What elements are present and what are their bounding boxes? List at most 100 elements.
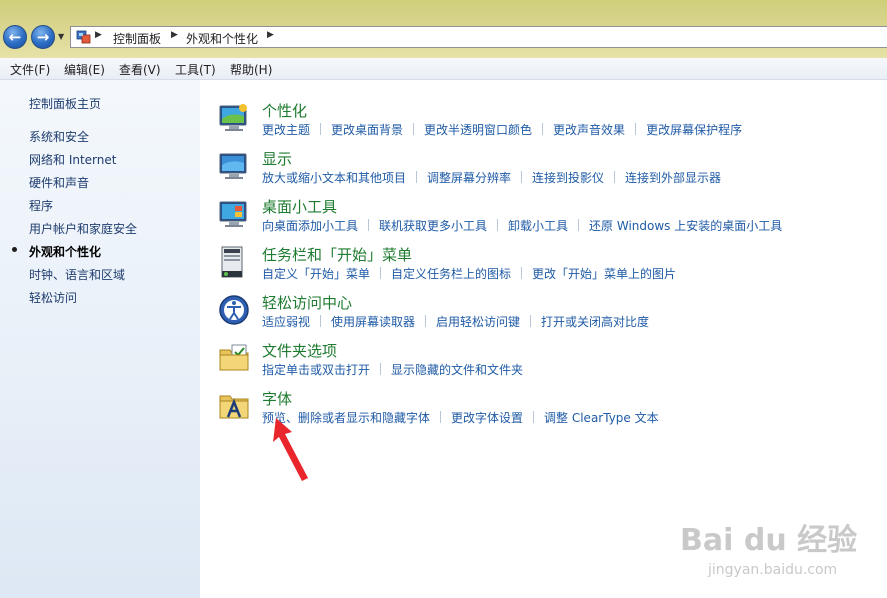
link-font-settings[interactable]: 更改字体设置 <box>451 411 523 425</box>
link-screen-saver[interactable]: 更改屏幕保护程序 <box>646 123 742 137</box>
category-gadgets: 桌面小工具 向桌面添加小工具 联机获取更多小工具 卸载小工具 还原 Windows 上… <box>218 196 878 242</box>
category-title[interactable]: 字体 <box>262 388 292 409</box>
sidebar-item-programs[interactable]: 程序 <box>29 197 53 214</box>
link-separator <box>635 123 637 135</box>
link-separator <box>380 363 382 375</box>
sidebar-item-network[interactable]: 网络和 Internet <box>29 151 116 168</box>
link-separator <box>416 171 418 183</box>
link-change-theme[interactable]: 更改主题 <box>262 123 310 137</box>
link-separator <box>497 219 499 231</box>
link-cleartype[interactable]: 调整 ClearType 文本 <box>544 411 659 425</box>
category-links: 放大或缩小文本和其他项目 调整屏幕分辨率 连接到投影仪 连接到外部显示器 <box>262 169 721 186</box>
link-high-contrast[interactable]: 打开或关闭高对比度 <box>541 315 649 329</box>
link-low-vision[interactable]: 适应弱视 <box>262 315 310 329</box>
watermark-url: jingyan.baidu.com <box>707 562 837 578</box>
link-single-double-click[interactable]: 指定单击或双击打开 <box>262 363 370 377</box>
address-bar[interactable]: ▶ 控制面板 ▶ 外观和个性化 ▶ <box>70 26 887 48</box>
link-separator <box>530 315 532 327</box>
sidebar-item-system-security[interactable]: 系统和安全 <box>29 128 89 145</box>
link-text-size[interactable]: 放大或缩小文本和其他项目 <box>262 171 406 185</box>
personalization-icon <box>219 104 247 131</box>
annotation-arrow-icon <box>273 418 308 481</box>
baidu-watermark-logo: Bai du 经验 jingyan.baidu.com <box>680 523 857 578</box>
sidebar-item-ease-of-access[interactable]: 轻松访问 <box>29 289 77 306</box>
active-bullet-icon <box>12 247 17 252</box>
sidebar: 控制面板主页 系统和安全 网络和 Internet 硬件和声音 程序 用户帐户和… <box>0 80 200 598</box>
category-links: 更改主题 更改桌面背景 更改半透明窗口颜色 更改声音效果 更改屏幕保护程序 <box>262 121 742 138</box>
menu-help[interactable]: 帮助(H) <box>230 61 272 78</box>
link-separator <box>368 219 370 231</box>
link-window-color[interactable]: 更改半透明窗口颜色 <box>424 123 532 137</box>
link-add-gadgets[interactable]: 向桌面添加小工具 <box>262 219 358 233</box>
sidebar-item-appearance: 外观和个性化 <box>29 245 102 259</box>
link-separator <box>533 411 535 423</box>
ease-of-access-icon <box>219 295 249 325</box>
display-icon <box>219 153 247 179</box>
category-ease-of-access: 轻松访问中心 适应弱视 使用屏幕读取器 启用轻松访问键 打开或关闭高对比度 <box>218 292 878 338</box>
link-show-hidden-files[interactable]: 显示隐藏的文件和文件夹 <box>391 363 523 377</box>
link-accessibility-keys[interactable]: 启用轻松访问键 <box>436 315 520 329</box>
category-taskbar: 任务栏和「开始」菜单 自定义「开始」菜单 自定义任务栏上的图标 更改「开始」菜单上的… <box>218 244 878 290</box>
sidebar-item-hardware-sound[interactable]: 硬件和声音 <box>29 174 89 191</box>
category-display: 显示 放大或缩小文本和其他项目 调整屏幕分辨率 连接到投影仪 连接到外部显示器 <box>218 148 878 194</box>
link-separator <box>521 171 523 183</box>
forward-button[interactable]: → <box>31 25 55 49</box>
title-bar: ← → ▼ ▶ 控制面板 ▶ 外观和个性化 ▶ <box>0 0 887 58</box>
sidebar-item-clock-region[interactable]: 时钟、语言和区域 <box>29 266 125 283</box>
menu-view[interactable]: 查看(V) <box>119 61 161 78</box>
category-links: 指定单击或双击打开 显示隐藏的文件和文件夹 <box>262 361 523 378</box>
sidebar-home-link[interactable]: 控制面板主页 <box>29 95 101 112</box>
category-title[interactable]: 桌面小工具 <box>262 196 337 217</box>
menu-file[interactable]: 文件(F) <box>10 61 50 78</box>
link-separator <box>380 267 382 279</box>
link-separator <box>425 315 427 327</box>
link-separator <box>542 123 544 135</box>
fonts-icon <box>219 395 249 419</box>
arrow-left-icon: ← <box>8 28 22 46</box>
sidebar-item-user-accounts[interactable]: 用户帐户和家庭安全 <box>29 220 137 237</box>
link-taskbar-icons[interactable]: 自定义任务栏上的图标 <box>391 267 511 281</box>
link-external-display[interactable]: 连接到外部显示器 <box>625 171 721 185</box>
link-resolution[interactable]: 调整屏幕分辨率 <box>427 171 511 185</box>
link-separator <box>413 123 415 135</box>
link-separator <box>320 123 322 135</box>
link-separator <box>614 171 616 183</box>
link-separator <box>320 315 322 327</box>
menu-bar: 文件(F) 编辑(E) 查看(V) 工具(T) 帮助(H) <box>0 58 887 80</box>
watermark-brand: Bai du 经验 <box>680 523 857 558</box>
chevron-right-icon[interactable]: ▶ <box>171 30 178 40</box>
category-folder-options: 文件夹选项 指定单击或双击打开 显示隐藏的文件和文件夹 <box>218 340 878 386</box>
folder-options-icon <box>219 344 249 371</box>
category-links: 自定义「开始」菜单 自定义任务栏上的图标 更改「开始」菜单上的图片 <box>262 265 676 282</box>
category-title[interactable]: 轻松访问中心 <box>262 292 352 313</box>
link-separator <box>521 267 523 279</box>
link-uninstall-gadget[interactable]: 卸载小工具 <box>508 219 568 233</box>
link-separator <box>440 411 442 423</box>
control-panel-icon <box>76 30 91 44</box>
breadcrumb-appearance[interactable]: 外观和个性化 <box>186 30 258 47</box>
link-customize-start[interactable]: 自定义「开始」菜单 <box>262 267 370 281</box>
link-screen-reader[interactable]: 使用屏幕读取器 <box>331 315 415 329</box>
breadcrumb-control-panel[interactable]: 控制面板 <box>113 30 161 47</box>
chevron-right-icon[interactable]: ▶ <box>267 30 274 40</box>
link-change-background[interactable]: 更改桌面背景 <box>331 123 403 137</box>
category-title[interactable]: 显示 <box>262 148 292 169</box>
arrow-right-icon: → <box>36 28 50 46</box>
taskbar-icon <box>221 246 243 278</box>
category-links: 适应弱视 使用屏幕读取器 启用轻松访问键 打开或关闭高对比度 <box>262 313 649 330</box>
link-restore-gadgets[interactable]: 还原 Windows 上安装的桌面小工具 <box>589 219 782 233</box>
link-projector[interactable]: 连接到投影仪 <box>532 171 604 185</box>
menu-edit[interactable]: 编辑(E) <box>64 61 105 78</box>
back-button[interactable]: ← <box>3 25 27 49</box>
gadgets-icon <box>219 201 247 227</box>
link-get-more-gadgets[interactable]: 联机获取更多小工具 <box>379 219 487 233</box>
recent-pages-dropdown[interactable]: ▼ <box>58 32 64 41</box>
link-sound-effects[interactable]: 更改声音效果 <box>553 123 625 137</box>
menu-tools[interactable]: 工具(T) <box>175 61 216 78</box>
link-start-picture[interactable]: 更改「开始」菜单上的图片 <box>532 267 676 281</box>
chevron-right-icon[interactable]: ▶ <box>95 30 102 40</box>
link-separator <box>578 219 580 231</box>
category-title[interactable]: 个性化 <box>262 100 307 121</box>
category-title[interactable]: 任务栏和「开始」菜单 <box>262 244 412 265</box>
category-title[interactable]: 文件夹选项 <box>262 340 337 361</box>
